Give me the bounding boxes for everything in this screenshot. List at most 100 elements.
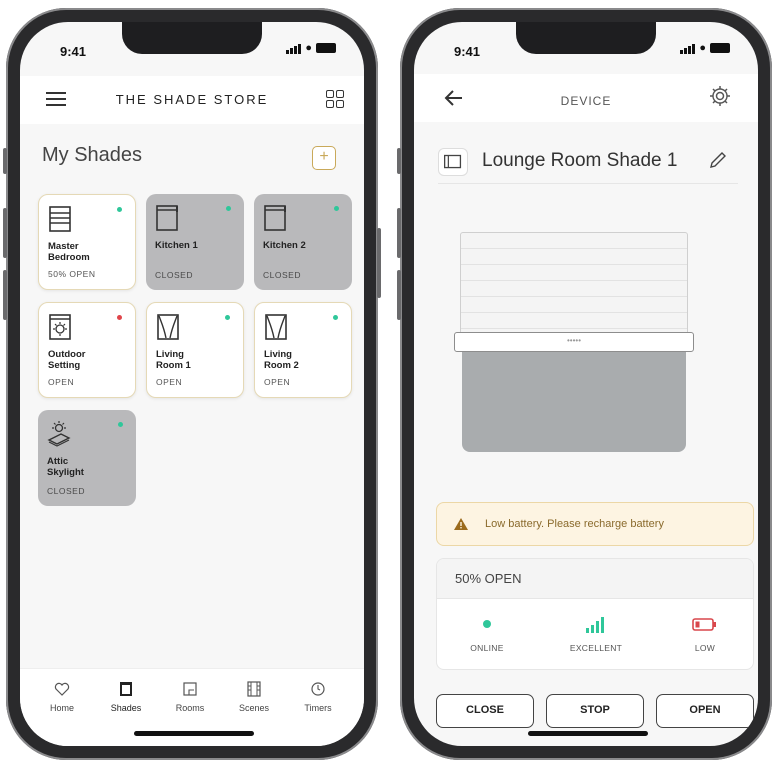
roller-shade-icon [156, 205, 178, 231]
shade-tile-outdoor-setting[interactable]: Outdoor Setting OPEN [38, 302, 136, 398]
shade-fabric [460, 232, 688, 334]
tab-label: Scenes [238, 703, 270, 713]
status-time: 9:41 [60, 44, 87, 59]
tab-shades[interactable]: Shades [96, 681, 156, 713]
drapery-icon [157, 314, 179, 340]
tile-name: Kitchen 2 [263, 240, 306, 251]
status-time: 9:41 [454, 44, 481, 59]
page-title: My Shades [42, 144, 143, 166]
mute-switch [3, 148, 7, 174]
shade-name: Lounge Room Shade 1 [482, 150, 678, 171]
stat-label: LOW [694, 643, 716, 653]
tile-name: Kitchen 1 [155, 240, 198, 251]
tile-state: OPEN [264, 377, 291, 387]
tile-name: Master Bedroom [48, 241, 90, 263]
window-opening [462, 352, 686, 452]
battery-icon [710, 43, 730, 53]
volume-down-button [397, 270, 401, 320]
alert-text: Low battery. Please recharge battery [485, 518, 664, 530]
shade-position-visual: ••••• [454, 232, 694, 452]
low-battery-alert: Low battery. Please recharge battery [436, 502, 754, 546]
outdoor-shade-icon [49, 314, 71, 340]
stat-label: EXCELLENT [569, 643, 623, 653]
tile-name: Outdoor Setting [48, 349, 86, 371]
tile-name: Living Room 1 [156, 349, 191, 371]
tab-label: Shades [110, 703, 142, 713]
shade-tile-master-bedroom[interactable]: Master Bedroom 50% OPEN [38, 194, 136, 290]
wifi-icon: ● [699, 42, 706, 54]
phone-left: 9:41 ● THE SHADE STORE My Shades + Maste… [3, 8, 381, 760]
shade-drag-handle[interactable]: ••••• [454, 332, 694, 352]
stat-signal: EXCELLENT [546, 615, 646, 653]
shade-tile-kitchen-2[interactable]: Kitchen 2 CLOSED [254, 194, 352, 290]
tile-state: OPEN [156, 377, 183, 387]
mute-switch [397, 148, 401, 174]
gear-icon[interactable] [708, 84, 732, 108]
grid-view-icon[interactable] [326, 90, 344, 108]
roman-shade-icon [49, 206, 71, 232]
notch [516, 22, 656, 54]
power-button [377, 228, 381, 298]
tile-state: CLOSED [47, 486, 85, 496]
tab-rooms[interactable]: Rooms [160, 681, 220, 713]
battery-low-icon [692, 618, 716, 631]
status-dot [225, 315, 230, 320]
status-dot [226, 206, 231, 211]
stop-button[interactable]: STOP [546, 694, 644, 728]
shade-tile-attic-skylight[interactable]: Attic Skylight CLOSED [38, 410, 136, 506]
header-title: DEVICE [560, 94, 612, 108]
volume-up-button [397, 208, 401, 258]
home-indicator [528, 731, 648, 736]
tile-state: OPEN [48, 377, 75, 387]
cellular-signal-icon [286, 42, 302, 54]
status-icons: ● [680, 42, 730, 54]
shade-tile-living-room-1[interactable]: Living Room 1 OPEN [146, 302, 244, 398]
wifi-icon: ● [305, 42, 312, 54]
tab-home[interactable]: Home [32, 681, 92, 713]
cellular-signal-icon [680, 42, 696, 54]
shade-name-row: Lounge Room Shade 1 [438, 144, 738, 184]
skylight-icon [47, 421, 71, 447]
status-dot [334, 206, 339, 211]
tile-state: 50% OPEN [48, 269, 96, 279]
notch [122, 22, 262, 54]
open-button[interactable]: OPEN [656, 694, 754, 728]
volume-up-button [3, 208, 7, 258]
status-card: 50% OPEN ONLINE EXCELLENT LOW [436, 558, 754, 670]
tile-name: Attic Skylight [47, 456, 84, 478]
edit-pencil-icon[interactable] [708, 150, 728, 170]
status-dot [333, 315, 338, 320]
tab-timers[interactable]: Timers [288, 681, 348, 713]
tile-state: CLOSED [263, 270, 301, 280]
tile-state: CLOSED [155, 270, 193, 280]
status-dot [117, 315, 122, 320]
shade-tile-kitchen-1[interactable]: Kitchen 1 CLOSED [146, 194, 244, 290]
signal-bars-icon [586, 617, 604, 633]
tile-name: Living Room 2 [264, 349, 299, 371]
status-icons: ● [286, 42, 336, 54]
close-button[interactable]: CLOSE [436, 694, 534, 728]
status-dot [117, 207, 122, 212]
heart-icon [54, 682, 70, 696]
shade-type-icon [438, 148, 468, 176]
phone-right: 9:41 ● DEVICE Lounge Room Shade 1 ••••• … [397, 8, 772, 760]
tab-label: Home [49, 703, 74, 713]
drapery-icon [265, 314, 287, 340]
volume-down-button [3, 270, 7, 320]
stat-online: ONLINE [437, 615, 537, 653]
home-indicator [134, 731, 254, 736]
shade-tile-living-room-2[interactable]: Living Room 2 OPEN [254, 302, 352, 398]
roller-shade-icon [264, 205, 286, 231]
status-dot [118, 422, 123, 427]
online-dot-icon [483, 620, 491, 628]
tab-label: Rooms [175, 703, 205, 713]
tab-scenes[interactable]: Scenes [224, 681, 284, 713]
clock-icon [311, 682, 325, 696]
add-shade-button[interactable]: + [312, 146, 336, 170]
stat-label: ONLINE [470, 643, 504, 653]
brand-logo: THE SHADE STORE [115, 92, 269, 107]
shade-icon [120, 682, 132, 696]
scene-icon [247, 681, 261, 697]
shades-screen: 9:41 ● THE SHADE STORE My Shades + Maste… [20, 22, 364, 746]
room-icon [183, 682, 197, 696]
